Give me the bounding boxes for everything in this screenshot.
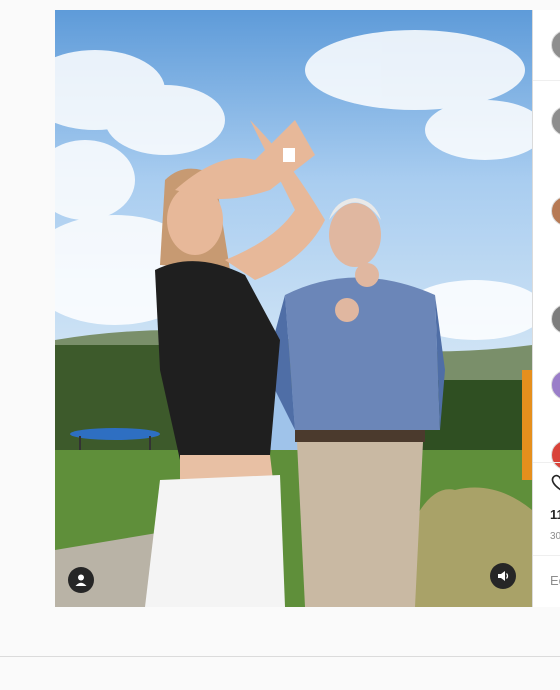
comment-input[interactable]: Ec bbox=[550, 573, 560, 588]
user-tag-button[interactable] bbox=[68, 567, 94, 593]
post-video[interactable] bbox=[55, 10, 532, 607]
comment-avatar[interactable] bbox=[551, 370, 560, 400]
likes-count[interactable]: 11 bbox=[550, 507, 560, 522]
header-divider bbox=[533, 80, 560, 81]
heart-icon bbox=[551, 474, 560, 491]
comment-avatar[interactable] bbox=[551, 106, 560, 136]
comment-avatar[interactable] bbox=[551, 440, 560, 470]
post-timestamp: 30 bbox=[550, 531, 560, 542]
like-button[interactable] bbox=[550, 473, 560, 496]
comment-divider bbox=[533, 555, 560, 556]
comment-avatar[interactable] bbox=[551, 196, 560, 226]
sound-toggle-button[interactable] bbox=[490, 563, 516, 589]
comment-avatar[interactable] bbox=[551, 304, 560, 334]
actions-divider bbox=[533, 462, 560, 463]
post-sidebar: 11 30 Ec bbox=[532, 10, 560, 607]
speaker-icon bbox=[498, 571, 509, 581]
video-frame bbox=[55, 10, 532, 607]
author-avatar[interactable] bbox=[551, 30, 560, 60]
page-footer-bar bbox=[0, 656, 560, 690]
user-silhouette-icon bbox=[75, 574, 87, 586]
